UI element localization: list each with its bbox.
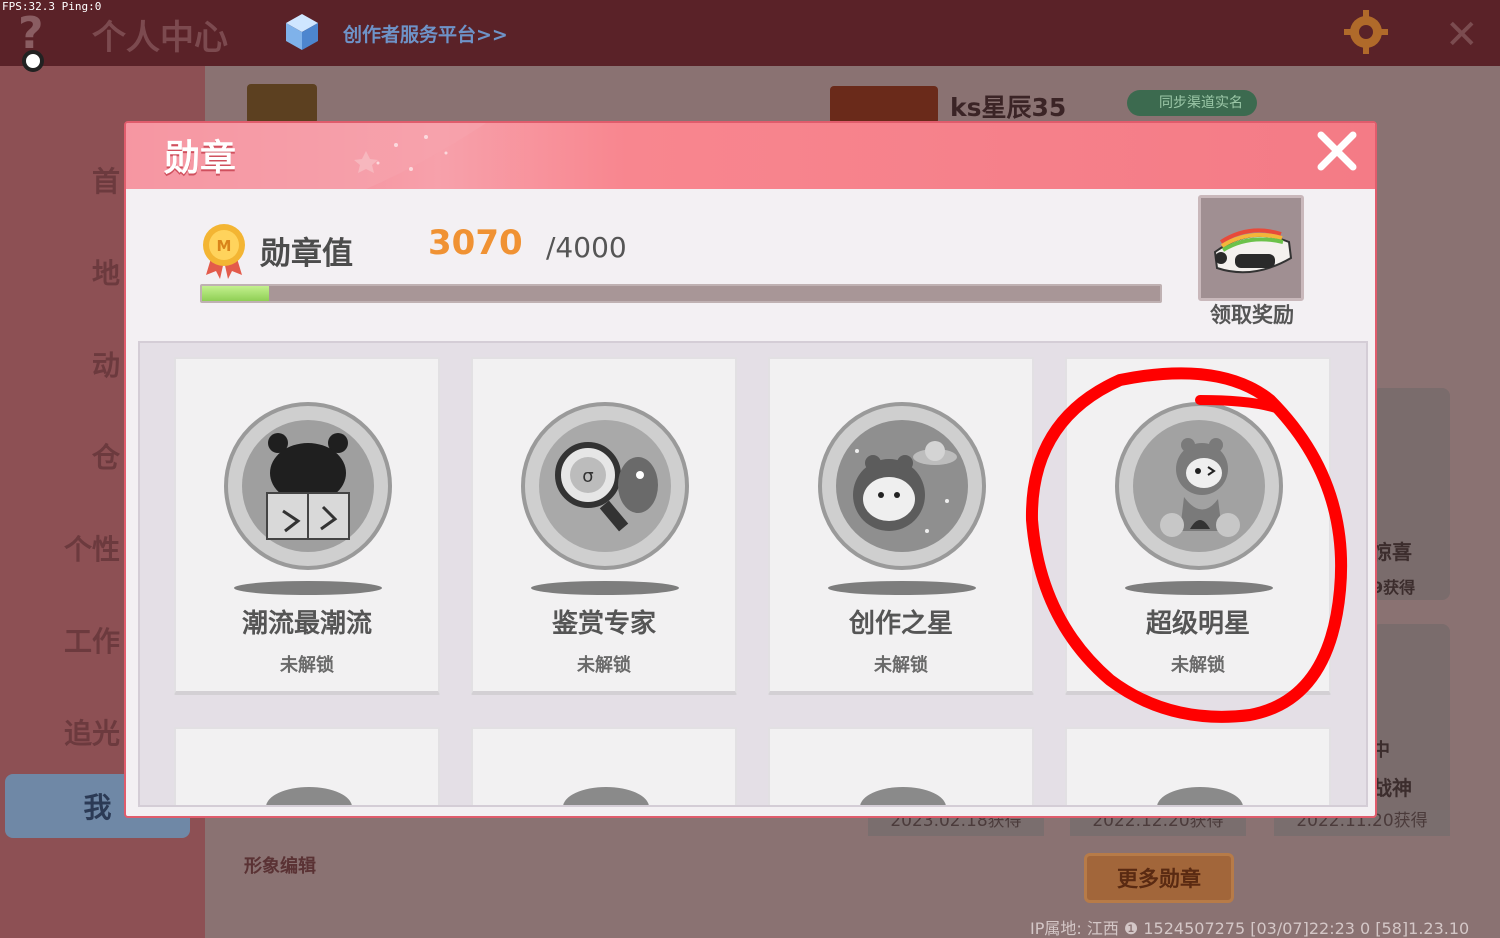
modal-header: 勋章 (126, 123, 1375, 189)
medal-partial-icon (266, 787, 352, 805)
medal-value-label: 勋章值 (260, 235, 353, 272)
reward-item[interactable] (1198, 195, 1304, 301)
more-medals-button[interactable]: 更多勋章 (1084, 853, 1234, 903)
background-badge-text: 9获得 (1372, 578, 1416, 597)
close-icon[interactable] (1313, 127, 1361, 175)
medal-shadow (1125, 581, 1273, 595)
background-badge-text: 战神 (1372, 776, 1412, 800)
medal-status: 未解锁 (577, 655, 631, 676)
creator-platform-link[interactable]: 创作者服务平台>> (343, 20, 508, 47)
medal-value-max: /4000 (546, 231, 627, 264)
svg-text:M: M (217, 237, 232, 255)
medal-grid: 潮流最潮流 未解锁 σ 鉴赏专家 未解锁 创作之星 未解锁 超级明星 未解锁 (138, 341, 1368, 807)
background-badge-card (1372, 624, 1450, 836)
fps-counter: FPS:32.3 Ping:0 (2, 0, 102, 13)
medal-card[interactable] (471, 727, 737, 805)
footer-info: IP属地: 江西 ❶ 1524507275 [03/07]22:23 0 [58… (1030, 919, 1470, 938)
background-badge-text: 惊喜 (1372, 540, 1412, 564)
medal-partial-icon (860, 787, 946, 805)
medal-modal: 勋章 M 勋章值 3070 /4000 领取奖励 潮流最潮流 未解锁 σ 鉴赏专… (124, 121, 1377, 818)
medal-status: 未解锁 (874, 655, 928, 676)
medal-name: 鉴赏专家 (551, 609, 656, 639)
modal-title: 勋章 (164, 138, 237, 179)
medal-value-current: 3070 (428, 223, 523, 263)
medal-partial-icon (1157, 787, 1243, 805)
medal-status: 未解锁 (1171, 655, 1225, 676)
medal-name: 超级明星 (1145, 609, 1250, 639)
medal-status: 未解锁 (280, 655, 334, 676)
medal-card[interactable]: 潮流最潮流 未解锁 (174, 357, 440, 695)
medal-progress-bar (200, 284, 1162, 303)
svg-text:σ: σ (582, 466, 593, 487)
frame-thumb (830, 86, 938, 124)
rainbow-goggles-icon (1213, 228, 1293, 274)
medal-shadow (531, 581, 679, 595)
medal-name: 创作之星 (848, 609, 953, 639)
background-badge-card (1372, 388, 1450, 600)
claim-reward-label[interactable]: 领取奖励 (1190, 299, 1314, 329)
background-close-icon[interactable]: ✕ (1445, 12, 1479, 58)
medal-partial-icon (563, 787, 649, 805)
medal-value-row: M 勋章值 (200, 221, 353, 279)
avatar-thumb (247, 84, 317, 124)
medal-card-super-star[interactable]: 超级明星 未解锁 (1065, 357, 1331, 695)
page-title: 个人中心 (92, 18, 228, 58)
star-dancer-medal-icon (1115, 402, 1283, 570)
magnifier-medal-icon: σ (521, 402, 689, 570)
gear-icon[interactable] (1342, 8, 1390, 56)
avatar-edit-label[interactable]: 形象编辑 (244, 852, 316, 878)
player-name: ks星辰35 (950, 93, 1067, 122)
progress-fill (202, 286, 270, 301)
bear-reading-medal-icon (224, 402, 392, 570)
medal-name: 潮流最潮流 (241, 609, 372, 639)
medal-card[interactable] (174, 727, 440, 805)
medal-shadow (234, 581, 382, 595)
medal-card[interactable] (1065, 727, 1331, 805)
medal-shadow (828, 581, 976, 595)
sync-realname-button[interactable]: 同步渠道实名 (1127, 90, 1257, 116)
joystick-dot-icon[interactable] (22, 50, 44, 72)
medal-card[interactable] (768, 727, 1034, 805)
cube-icon (286, 14, 318, 50)
medal-card[interactable]: σ 鉴赏专家 未解锁 (471, 357, 737, 695)
astronaut-medal-icon (818, 402, 986, 570)
medal-icon: M (203, 224, 245, 279)
medal-card[interactable]: 创作之星 未解锁 (768, 357, 1034, 695)
